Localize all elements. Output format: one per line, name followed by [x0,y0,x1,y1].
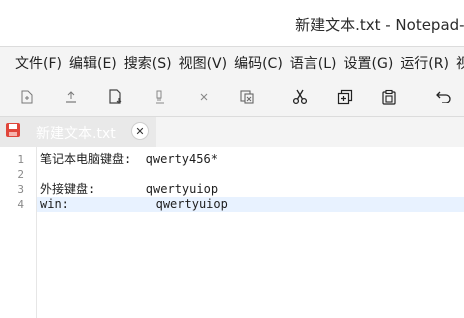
undo-icon[interactable] [433,87,453,107]
text-editor[interactable]: 1 2 3 4 笔记本电脑键盘: qwerty456* 外接键盘: qwerty… [0,147,464,318]
title-bar: 新建文本.txt - Notepad-- [0,0,464,47]
copy-icon[interactable] [335,87,355,107]
line-number: 3 [17,183,24,196]
tab-bar: 新建文本.txt ✕ [0,117,464,147]
menu-bar: 文件(F) 编辑(E) 搜索(S) 视图(V) 编码(C) 语言(L) 设置(G… [0,47,464,79]
close-file-icon[interactable] [194,87,214,107]
menu-settings[interactable]: 设置(G) [344,53,394,73]
menu-edit[interactable]: 编辑(E) [69,53,117,73]
editor-line-current[interactable]: win: qwertyuiop [37,197,464,212]
editor-line[interactable]: 笔记本电脑键盘: qwerty456* [37,152,464,167]
line-number: 2 [17,168,24,181]
menu-run[interactable]: 运行(R) [400,53,449,73]
line-number: 1 [17,153,24,166]
cut-icon[interactable] [290,87,310,107]
save-all-icon[interactable] [150,87,170,107]
editor-line[interactable]: 外接键盘: qwertyuiop [37,182,464,197]
unsaved-disk-icon [5,122,21,142]
close-tab-icon[interactable]: ✕ [131,122,149,140]
toolbar [0,79,464,117]
menu-file[interactable]: 文件(F) [15,53,62,73]
menu-search[interactable]: 搜索(S) [124,53,172,73]
new-file-icon[interactable] [17,87,37,107]
line-number-gutter: 1 2 3 4 [0,147,37,318]
open-file-icon[interactable] [61,87,81,107]
menu-view[interactable]: 视图(V) [179,53,228,73]
tab-document[interactable]: 新建文本.txt ✕ [0,117,156,147]
menu-encoding[interactable]: 编码(C) [234,53,283,73]
close-all-icon[interactable] [237,87,257,107]
editor-line[interactable] [37,167,464,182]
menu-language[interactable]: 语言(L) [290,53,337,73]
line-number: 4 [17,198,24,211]
tab-label: 新建文本.txt [36,126,116,142]
window-title: 新建文本.txt - Notepad-- [295,16,464,34]
menu-view-2[interactable]: 视图 [456,53,464,73]
save-file-icon[interactable] [106,87,126,107]
paste-icon[interactable] [379,87,399,107]
